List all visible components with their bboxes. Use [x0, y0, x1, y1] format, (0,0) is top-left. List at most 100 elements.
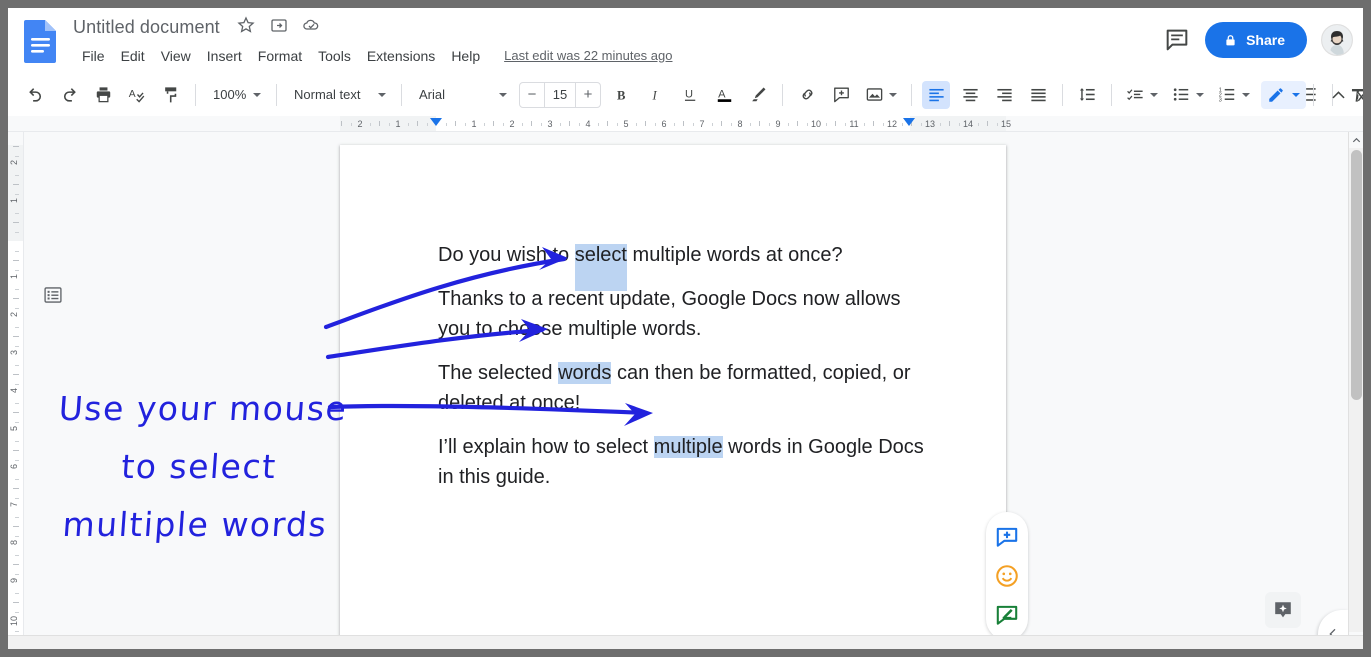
- ruler-tick: [417, 121, 418, 126]
- highlighted-word-multiple[interactable]: multiple: [653, 436, 723, 458]
- ruler-tick: [977, 123, 979, 126]
- ruler-tick: [493, 121, 494, 126]
- gemini-spark-button[interactable]: [1265, 592, 1301, 628]
- share-button[interactable]: Share: [1205, 22, 1307, 58]
- print-icon[interactable]: [89, 81, 117, 109]
- avatar[interactable]: [1321, 24, 1353, 56]
- highlighted-word-words[interactable]: words: [558, 362, 612, 384]
- add-emoji-reaction-icon[interactable]: [994, 563, 1020, 589]
- insert-link-icon[interactable]: [793, 81, 821, 109]
- align-center-icon[interactable]: [956, 81, 984, 109]
- menu-extensions[interactable]: Extensions: [359, 44, 443, 68]
- ruler-tick: [759, 121, 760, 126]
- vruler-tick: [15, 193, 19, 195]
- ruler-tick: [407, 123, 409, 126]
- share-button-label: Share: [1246, 32, 1285, 48]
- vruler-tick: [15, 478, 19, 480]
- ruler-tick: [483, 123, 485, 126]
- formatting-toolbar: A 100% Normal text Arial − 15 + B I U A …: [8, 72, 1363, 116]
- align-justify-icon[interactable]: [1024, 81, 1052, 109]
- numbered-list-dropdown[interactable]: 123: [1213, 81, 1255, 109]
- vertical-scrollbar[interactable]: [1348, 132, 1363, 648]
- menu-view[interactable]: View: [153, 44, 199, 68]
- redo-icon[interactable]: [55, 81, 83, 109]
- menu-file[interactable]: File: [74, 44, 113, 68]
- vruler-number: 6: [9, 464, 19, 470]
- checklist-dropdown[interactable]: [1121, 81, 1163, 109]
- add-comment-icon[interactable]: [827, 81, 855, 109]
- document-page[interactable]: Do you wish to select multiple words at …: [340, 145, 1006, 648]
- move-to-folder-icon[interactable]: [269, 15, 293, 39]
- vruler-tick: [15, 250, 19, 252]
- bulleted-list-dropdown[interactable]: [1167, 81, 1209, 109]
- menu-format[interactable]: Format: [250, 44, 310, 68]
- star-icon[interactable]: [236, 15, 260, 39]
- vertical-scrollbar-thumb[interactable]: [1351, 150, 1362, 400]
- suggest-edit-icon[interactable]: [994, 602, 1020, 628]
- underline-button[interactable]: U: [676, 81, 704, 109]
- document-title[interactable]: Untitled document: [73, 14, 220, 40]
- ruler-number: 14: [962, 119, 974, 129]
- paragraph-style-dropdown[interactable]: Normal text: [286, 81, 392, 109]
- ruler-tick: [531, 121, 532, 126]
- handwriting-line-3: multiple words: [61, 505, 329, 544]
- paint-format-icon[interactable]: [157, 81, 185, 109]
- undo-icon[interactable]: [21, 81, 49, 109]
- cloud-saved-icon[interactable]: [301, 15, 325, 39]
- ruler-tick: [578, 123, 580, 126]
- font-size-input[interactable]: 15: [544, 82, 576, 107]
- ruler-number: 8: [737, 119, 743, 129]
- vruler-tick: [15, 421, 19, 423]
- vruler-number: 10: [9, 616, 19, 627]
- bold-button[interactable]: B: [608, 81, 636, 109]
- vruler-tick: [15, 573, 19, 575]
- align-right-icon[interactable]: [990, 81, 1018, 109]
- vruler-tick: [15, 212, 19, 214]
- zoom-dropdown[interactable]: 100%: [205, 81, 267, 109]
- spellcheck-icon[interactable]: A: [123, 81, 151, 109]
- comment-history-icon[interactable]: [1163, 26, 1191, 54]
- last-edit-status[interactable]: Last edit was 22 minutes ago: [504, 46, 672, 66]
- line-spacing-icon[interactable]: [1073, 81, 1101, 109]
- vruler-tick: [13, 564, 19, 565]
- align-left-icon[interactable]: [922, 80, 950, 109]
- italic-button[interactable]: I: [642, 81, 670, 109]
- document-action-rail: [986, 512, 1028, 640]
- ruler-tick: [787, 123, 789, 126]
- document-outline-icon[interactable]: [40, 282, 66, 308]
- zoom-value: 100%: [213, 87, 247, 102]
- font-family-dropdown[interactable]: Arial: [411, 81, 513, 109]
- ruler-tick: [350, 123, 352, 126]
- ruler-tick: [445, 123, 447, 126]
- add-comment-icon[interactable]: [994, 524, 1020, 550]
- collapse-toolbar-button[interactable]: [1324, 81, 1352, 109]
- insert-image-icon: [865, 85, 884, 104]
- menu-edit[interactable]: Edit: [113, 44, 153, 68]
- ruler-tick: [730, 123, 732, 126]
- ruler-tick: [540, 123, 542, 126]
- menu-tools[interactable]: Tools: [310, 44, 359, 68]
- ruler-number: 2: [357, 119, 363, 129]
- google-docs-logo-icon[interactable]: [22, 18, 60, 64]
- insert-image-dropdown[interactable]: [860, 81, 902, 109]
- svg-text:3: 3: [1219, 98, 1222, 104]
- svg-text:U: U: [684, 89, 692, 101]
- scroll-up-button[interactable]: [1349, 132, 1363, 148]
- vruler-number: 2: [9, 160, 19, 166]
- horizontal-scrollbar[interactable]: [8, 635, 1363, 649]
- highlighted-word-select[interactable]: select: [574, 244, 627, 266]
- menu-insert[interactable]: Insert: [199, 44, 250, 68]
- vruler-number: 1: [9, 198, 19, 204]
- highlight-pen-icon[interactable]: [744, 81, 772, 109]
- editing-mode-button[interactable]: [1261, 81, 1306, 109]
- text-color-button[interactable]: A: [710, 81, 738, 109]
- horizontal-ruler[interactable]: 2 1 1 2 3 4 5 6 7 8 9 10 11 12 13 14 15: [8, 116, 1363, 132]
- left-indent-marker[interactable]: [430, 118, 442, 126]
- font-size-decrease-button[interactable]: −: [520, 83, 544, 107]
- vertical-ruler[interactable]: 2 1 1 2 3 4 5 6 7 8 9 10: [8, 132, 24, 648]
- handwriting-line-1: Use your mouse: [57, 389, 349, 428]
- font-size-increase-button[interactable]: +: [576, 83, 600, 107]
- document-body-text[interactable]: Do you wish to select multiple words at …: [438, 240, 938, 506]
- right-indent-marker[interactable]: [903, 118, 915, 126]
- menu-help[interactable]: Help: [443, 44, 488, 68]
